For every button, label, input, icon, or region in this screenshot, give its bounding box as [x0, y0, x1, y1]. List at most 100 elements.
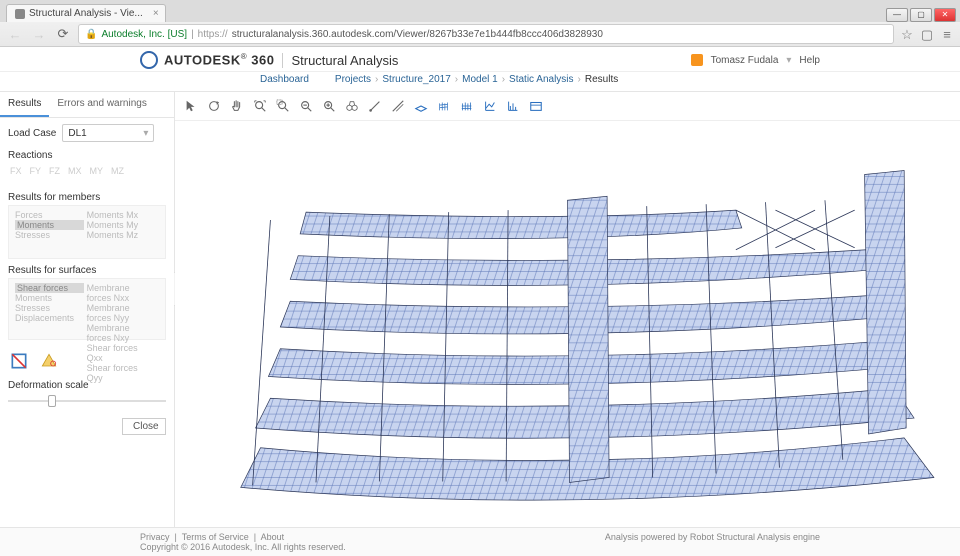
- reactions-row: FX FY FZ MX MY MZ: [8, 164, 166, 180]
- breadcrumb-item[interactable]: Structure_2017: [382, 74, 450, 85]
- plane-icon[interactable]: [411, 96, 431, 116]
- app-header: AUTODESK® 360 Structural Analysis Tomasz…: [0, 47, 960, 72]
- orbit-icon[interactable]: [204, 96, 224, 116]
- footer-copyright: Copyright © 2016 Autodesk, Inc. All righ…: [140, 542, 346, 552]
- nav-forward-icon[interactable]: →: [30, 25, 48, 43]
- breadcrumb-dashboard[interactable]: Dashboard: [260, 74, 309, 85]
- fence-icon[interactable]: [457, 96, 477, 116]
- pan-icon[interactable]: [227, 96, 247, 116]
- bookmark-icon[interactable]: ☆: [900, 27, 914, 41]
- zoom-out-icon[interactable]: [296, 96, 316, 116]
- reaction-my[interactable]: MY: [90, 166, 104, 176]
- footer-privacy[interactable]: Privacy: [140, 532, 170, 542]
- surf-nxy[interactable]: Membrane forces Nxy: [87, 323, 156, 343]
- reaction-mx[interactable]: MX: [68, 166, 82, 176]
- members-label: Results for members: [8, 192, 166, 203]
- surface-display-icon[interactable]: [38, 350, 60, 372]
- window-maximize-button[interactable]: ▢: [910, 8, 932, 22]
- reaction-fx[interactable]: FX: [10, 166, 22, 176]
- window-controls: — ▢ ✕: [886, 8, 960, 22]
- window-minimize-button[interactable]: —: [886, 8, 908, 22]
- loadcase-value: DL1: [68, 128, 86, 139]
- members-forces[interactable]: Forces: [15, 210, 84, 220]
- footer-powered: Analysis powered by Robot Structural Ana…: [605, 532, 820, 552]
- members-stresses[interactable]: Stresses: [15, 230, 84, 240]
- footer-terms[interactable]: Terms of Service: [182, 532, 249, 542]
- url-prefix: https://: [198, 29, 228, 40]
- footer: Privacy | Terms of Service | About Copyr…: [0, 527, 960, 556]
- reaction-fy[interactable]: FY: [30, 166, 42, 176]
- zoom-extents-icon[interactable]: [250, 96, 270, 116]
- surf-shear[interactable]: Shear forces: [15, 283, 84, 293]
- members-mz[interactable]: Moments Mz: [87, 230, 156, 240]
- browser-tab[interactable]: Structural Analysis - Vie... ×: [6, 4, 166, 22]
- breadcrumb-item[interactable]: Static Analysis: [509, 74, 573, 85]
- tab-errors[interactable]: Errors and warnings: [49, 92, 154, 117]
- tab-results[interactable]: Results: [0, 92, 49, 117]
- surf-disp[interactable]: Displacements: [15, 313, 84, 323]
- breadcrumb-item[interactable]: Projects: [335, 74, 371, 85]
- surf-stresses[interactable]: Stresses: [15, 303, 84, 313]
- zoom-window-icon[interactable]: [273, 96, 293, 116]
- browser-chrome: Structural Analysis - Vie... × — ▢ ✕ ← →…: [0, 0, 960, 47]
- deformation-slider[interactable]: [8, 394, 166, 408]
- measure-icon[interactable]: [365, 96, 385, 116]
- user-icon[interactable]: ▢: [920, 27, 934, 41]
- nav-reload-icon[interactable]: ⟳: [54, 25, 72, 43]
- product-name: Structural Analysis: [282, 53, 398, 68]
- surf-moments[interactable]: Moments: [15, 293, 84, 303]
- graph-icon[interactable]: [480, 96, 500, 116]
- autodesk-logo-icon: [140, 51, 158, 69]
- reaction-fz[interactable]: FZ: [49, 166, 60, 176]
- tab-strip: Structural Analysis - Vie... × — ▢ ✕: [0, 0, 960, 22]
- frame-display-icon[interactable]: [8, 350, 30, 372]
- members-group: Forces Moments Stresses Moments Mx Momen…: [8, 205, 166, 259]
- breadcrumb-item[interactable]: Model 1: [462, 74, 498, 85]
- sidebar-tabs: Results Errors and warnings: [0, 92, 174, 118]
- results-chart-icon[interactable]: [503, 96, 523, 116]
- tab-title: Structural Analysis - Vie...: [29, 8, 143, 19]
- close-button[interactable]: Close: [122, 418, 166, 435]
- binoculars-icon[interactable]: [342, 96, 362, 116]
- deformation-label: Deformation scale: [8, 380, 166, 391]
- members-my[interactable]: Moments My: [87, 220, 156, 230]
- brand-name: AUTODESK® 360: [164, 52, 274, 67]
- mesh-icon[interactable]: [434, 96, 454, 116]
- main-area: Results Errors and warnings Load Case DL…: [0, 91, 960, 527]
- user-dropdown-icon[interactable]: ▾: [786, 55, 791, 66]
- surfaces-label: Results for surfaces: [8, 265, 166, 276]
- nav-back-icon[interactable]: ←: [6, 25, 24, 43]
- sidebar: Results Errors and warnings Load Case DL…: [0, 92, 175, 527]
- window-close-button[interactable]: ✕: [934, 8, 956, 22]
- loadcase-label: Load Case: [8, 128, 56, 139]
- members-moments[interactable]: Moments: [15, 220, 84, 230]
- help-link[interactable]: Help: [799, 55, 820, 66]
- chevron-down-icon: ▾: [143, 128, 148, 139]
- model-viewer[interactable]: [175, 121, 960, 527]
- surf-nxx[interactable]: Membrane forces Nxx: [87, 283, 156, 303]
- reactions-label: Reactions: [8, 150, 166, 161]
- reaction-mz[interactable]: MZ: [111, 166, 124, 176]
- slider-thumb[interactable]: [48, 395, 56, 407]
- section-icon[interactable]: [388, 96, 408, 116]
- footer-about[interactable]: About: [261, 532, 285, 542]
- content-area: ‹: [175, 92, 960, 527]
- window-icon[interactable]: [526, 96, 546, 116]
- breadcrumb-current: Results: [585, 74, 618, 85]
- loadcase-select[interactable]: DL1 ▾: [62, 124, 154, 142]
- rss-icon[interactable]: [691, 54, 703, 66]
- url-path: structuralanalysis.360.autodesk.com/View…: [232, 29, 603, 40]
- cursor-icon[interactable]: [181, 96, 201, 116]
- lock-icon: 🔒: [85, 29, 97, 40]
- surf-nyy[interactable]: Membrane forces Nyy: [87, 303, 156, 323]
- tab-favicon: [15, 9, 25, 19]
- url-input[interactable]: 🔒 Autodesk, Inc. [US] | https://structur…: [78, 24, 894, 44]
- viewer-toolbar: [175, 92, 960, 121]
- zoom-in-icon[interactable]: [319, 96, 339, 116]
- url-host: Autodesk, Inc. [US]: [101, 29, 187, 40]
- tab-close-icon[interactable]: ×: [153, 8, 159, 19]
- address-bar: ← → ⟳ 🔒 Autodesk, Inc. [US] | https://st…: [0, 22, 960, 46]
- members-mx[interactable]: Moments Mx: [87, 210, 156, 220]
- user-name[interactable]: Tomasz Fudala: [711, 55, 779, 66]
- menu-icon[interactable]: ≡: [940, 27, 954, 41]
